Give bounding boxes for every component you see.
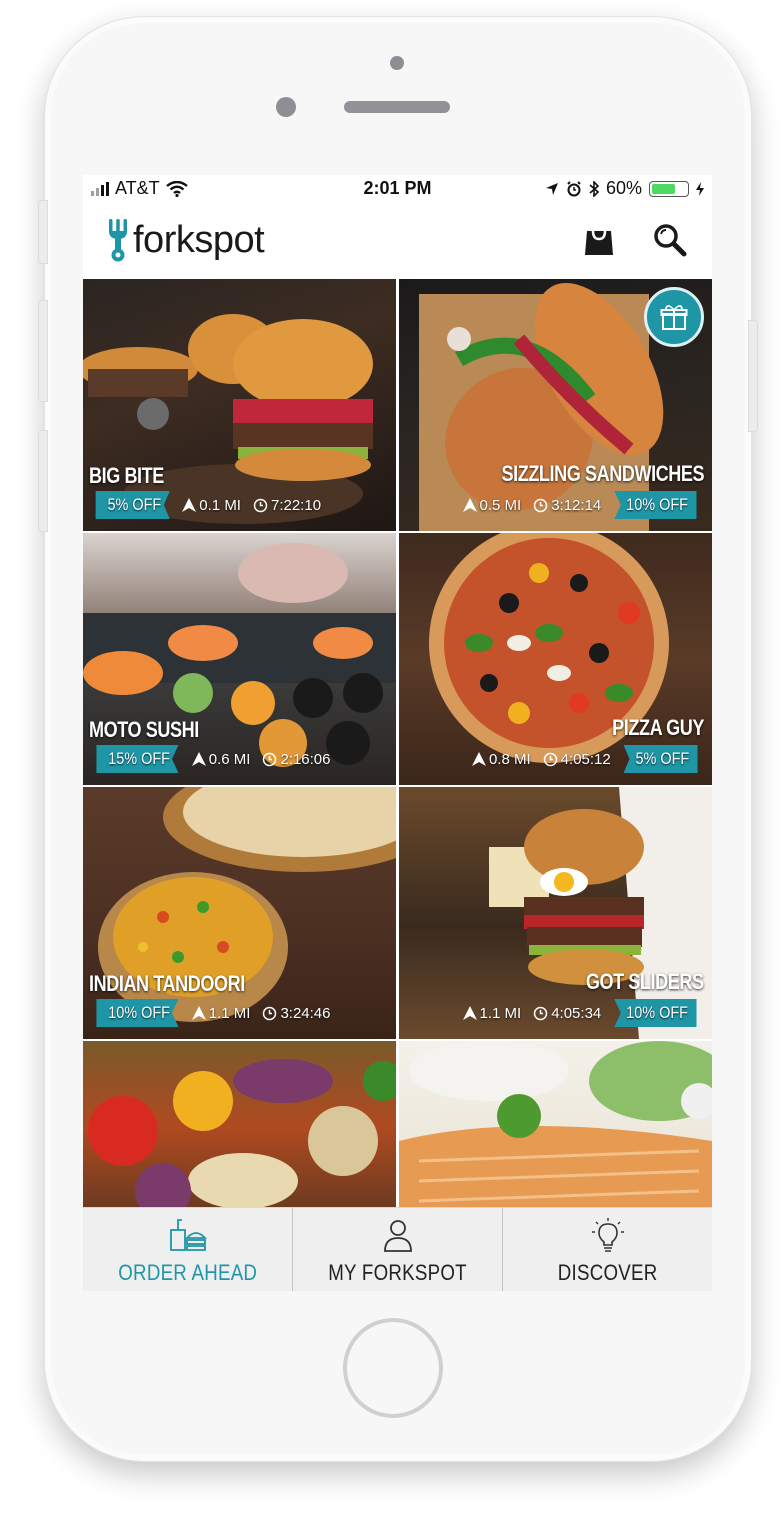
front-camera (390, 56, 404, 70)
tab-discover[interactable]: DISCOVER (502, 1208, 712, 1291)
app-logo[interactable]: forkspot (107, 217, 265, 263)
distance-value: 1.1 MI (479, 1004, 522, 1022)
bottom-tab-bar: ORDER AHEAD MY FORKSPOT DISCOVER (83, 1207, 712, 1291)
charging-bolt-icon (696, 181, 704, 196)
countdown-value: 3:24:46 (280, 1004, 331, 1022)
battery-icon (649, 180, 689, 197)
app-name: forkspot (133, 218, 265, 261)
power-button (748, 320, 758, 432)
countdown-value: 7:22:10 (270, 496, 322, 514)
distance-value: 0.5 MI (479, 496, 522, 514)
distance-icon (191, 1006, 206, 1020)
distance-value: 1.1 MI (208, 1004, 251, 1022)
status-bar: AT&T 2:01 PM 60% (83, 175, 712, 203)
restaurant-meta: 15% OFF 0.6 MI 2:16:06 (89, 745, 336, 773)
person-icon (383, 1220, 412, 1252)
countdown-value: 2:16:06 (280, 750, 331, 768)
discount-badge: 10% OFF (614, 491, 697, 519)
fork-logo-icon (109, 219, 127, 262)
restaurant-name: SIZZLING SANDWICHES (501, 461, 704, 486)
restaurant-name: BIG BITE (89, 463, 164, 488)
clock-icon (533, 498, 548, 512)
tab-my-forkspot[interactable]: MY FORKSPOT (292, 1208, 502, 1291)
earpiece-speaker (344, 101, 450, 113)
distance-icon (462, 1006, 477, 1020)
restaurant-tile[interactable]: INDIAN TANDOORI 10% OFF 1.1 MI 3:24:46 (83, 787, 396, 1039)
distance-value: 0.1 MI (199, 496, 241, 514)
alarm-icon (567, 180, 581, 196)
countdown-value: 3:12:14 (551, 496, 602, 514)
search-icon[interactable] (653, 223, 687, 257)
lightbulb-icon (591, 1218, 624, 1252)
discount-badge: 10% OFF (614, 999, 697, 1027)
discount-badge: 15% OFF (96, 745, 179, 773)
bluetooth-icon (589, 180, 599, 197)
shopping-bag-icon[interactable] (583, 223, 615, 257)
restaurant-tile[interactable] (399, 1041, 712, 1211)
restaurant-tile[interactable]: PIZZA GUY 0.8 MI 4:05:12 5% OFF (399, 533, 712, 785)
app-header: forkspot (83, 205, 712, 279)
salmon-photo (399, 1041, 712, 1211)
distance-icon (182, 498, 197, 512)
restaurant-tile[interactable]: BIG BITE 5% OFF 0.1 MI 7:22:10 (83, 279, 396, 531)
volume-up-button (38, 300, 48, 402)
discount-badge: 5% OFF (95, 491, 170, 519)
restaurant-name: INDIAN TANDOORI (89, 971, 245, 996)
restaurant-meta: 0.8 MI 4:05:12 5% OFF (466, 745, 704, 773)
distance-value: 0.8 MI (488, 750, 531, 768)
restaurant-name: PIZZA GUY (612, 715, 704, 740)
discount-badge: 5% OFF (623, 745, 698, 773)
clock-icon (543, 752, 557, 766)
battery-percent: 60% (605, 178, 642, 198)
clock-icon (263, 752, 277, 766)
countdown-value: 4:05:34 (551, 1004, 602, 1022)
restaurant-name: GOT SLIDERS (586, 969, 704, 994)
restaurant-meta: 1.1 MI 4:05:34 10% OFF (457, 999, 704, 1027)
gift-offer-button[interactable] (644, 287, 704, 347)
restaurant-meta: 5% OFF 0.1 MI 7:22:10 (89, 491, 327, 519)
proximity-sensor (276, 97, 296, 117)
food-tray-icon (169, 1219, 207, 1251)
tab-order-ahead[interactable]: ORDER AHEAD (83, 1208, 292, 1291)
distance-value: 0.6 MI (208, 750, 251, 768)
mute-switch (38, 200, 48, 264)
restaurant-tile[interactable] (83, 1041, 396, 1211)
tab-label: MY FORKSPOT (328, 1260, 467, 1285)
distance-icon (191, 752, 206, 766)
app-screen: AT&T 2:01 PM 60% forkspot BIG BITE 5% OF… (83, 175, 712, 1291)
tab-label: ORDER AHEAD (118, 1260, 257, 1285)
restaurant-tile[interactable]: GOT SLIDERS 1.1 MI 4:05:34 10% OFF (399, 787, 712, 1039)
location-arrow-icon (545, 182, 558, 195)
distance-icon (462, 498, 477, 512)
restaurant-meta: 0.5 MI 3:12:14 10% OFF (457, 491, 704, 519)
volume-down-button (38, 430, 48, 532)
clock-icon (253, 498, 268, 512)
restaurant-tile[interactable]: MOTO SUSHI 15% OFF 0.6 MI 2:16:06 (83, 533, 396, 785)
gift-icon (660, 305, 688, 330)
tab-label: DISCOVER (557, 1260, 658, 1285)
discount-badge: 10% OFF (96, 999, 179, 1027)
distance-icon (471, 752, 486, 766)
clock-icon (533, 1006, 548, 1020)
grilled-vegetables-photo (88, 1059, 396, 1211)
home-button[interactable] (343, 1318, 443, 1418)
restaurant-meta: 10% OFF 1.1 MI 3:24:46 (89, 999, 336, 1027)
restaurant-name: MOTO SUSHI (89, 717, 199, 742)
countdown-value: 4:05:12 (560, 750, 611, 768)
clock-icon (263, 1006, 277, 1020)
restaurant-tile[interactable]: SIZZLING SANDWICHES 0.5 MI 3:12:14 10% O… (399, 279, 712, 531)
